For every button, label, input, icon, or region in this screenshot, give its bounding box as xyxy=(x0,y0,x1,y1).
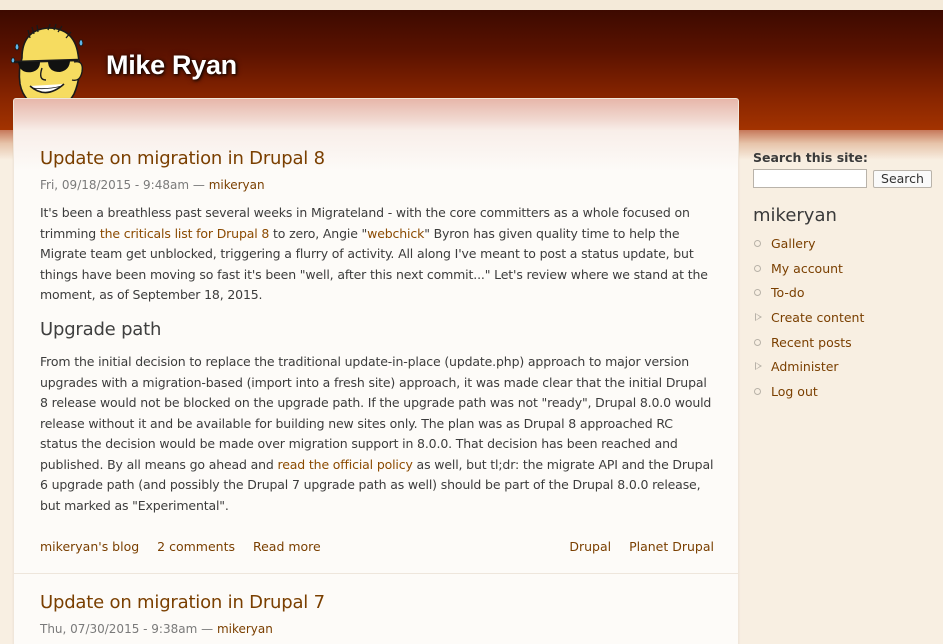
menu-item-label[interactable]: Create content xyxy=(771,310,864,325)
search-form: Search xyxy=(753,169,933,188)
user-block-title: mikeryan xyxy=(753,205,837,226)
body-text-1: From the initial decision to replace the… xyxy=(40,354,712,472)
official-policy-link[interactable]: read the official policy xyxy=(278,457,413,472)
search-label: Search this site: xyxy=(753,150,868,165)
meta-separator: — xyxy=(197,622,217,636)
menu-item-label[interactable]: My account xyxy=(771,261,843,276)
bullet-icon xyxy=(754,289,761,297)
comments-link[interactable]: 2 comments xyxy=(157,539,235,554)
menu-item-administer[interactable]: Administer xyxy=(753,360,933,385)
menu-item-label[interactable]: Administer xyxy=(771,359,839,374)
blog-link[interactable]: mikeryan's blog xyxy=(40,539,139,554)
post-intro: It's been a breathless past several week… xyxy=(40,203,714,306)
post-2: Update on migration in Drupal 7 Thu, 07/… xyxy=(40,592,714,636)
post-1: Update on migration in Drupal 8 Fri, 09/… xyxy=(40,148,714,192)
sidebar: Search this site: Search mikeryan Galler… xyxy=(753,150,933,410)
menu-item-recent-posts[interactable]: Recent posts xyxy=(753,335,933,361)
menu-item-label[interactable]: To-do xyxy=(771,285,804,300)
post-meta: Thu, 07/30/2015 - 9:38am — mikeryan xyxy=(40,622,714,636)
post-author-link[interactable]: mikeryan xyxy=(217,622,273,636)
top-strip xyxy=(0,0,943,10)
menu-item-gallery[interactable]: Gallery xyxy=(753,237,933,262)
menu-item-todo[interactable]: To-do xyxy=(753,286,933,311)
post-meta: Fri, 09/18/2015 - 9:48am — mikeryan xyxy=(40,178,714,192)
collapsed-arrow-icon xyxy=(755,313,762,322)
criticals-list-link[interactable]: the criticals list for Drupal 8 xyxy=(100,226,270,241)
bullet-icon xyxy=(754,388,761,396)
meta-separator: — xyxy=(189,178,209,192)
post-title[interactable]: Update on migration in Drupal 8 xyxy=(40,148,325,169)
tag-drupal-link[interactable]: Drupal xyxy=(569,539,611,554)
bullet-icon xyxy=(754,264,761,272)
site-name[interactable]: Mike Ryan xyxy=(106,50,237,81)
bullet-icon xyxy=(754,240,761,247)
post-author-link[interactable]: mikeryan xyxy=(209,178,265,192)
menu-item-log-out[interactable]: Log out xyxy=(753,385,933,410)
menu-item-label[interactable]: Recent posts xyxy=(771,335,852,350)
menu-item-my-account[interactable]: My account xyxy=(753,261,933,287)
post-body: From the initial decision to replace the… xyxy=(40,352,714,516)
post-date: Thu, 07/30/2015 - 9:38am xyxy=(40,622,198,636)
post-title[interactable]: Update on migration in Drupal 7 xyxy=(40,592,325,613)
read-more-link[interactable]: Read more xyxy=(253,539,321,554)
section-heading: Upgrade path xyxy=(40,319,162,340)
content-top-band xyxy=(14,99,738,131)
bullet-icon xyxy=(754,338,761,346)
intro-text-2: to zero, Angie " xyxy=(269,225,368,241)
user-menu: Gallery My account To-do Create content … xyxy=(753,237,933,410)
menu-item-label[interactable]: Log out xyxy=(771,384,818,399)
post-date: Fri, 09/18/2015 - 9:48am xyxy=(40,178,190,192)
post-links: mikeryan's blog 2 comments Read more Dru… xyxy=(40,539,714,554)
webchick-link[interactable]: webchick xyxy=(367,226,424,241)
collapsed-arrow-icon xyxy=(755,362,762,371)
menu-item-create-content[interactable]: Create content xyxy=(753,311,933,336)
menu-item-label[interactable]: Gallery xyxy=(771,236,816,251)
search-button[interactable]: Search xyxy=(873,169,932,188)
search-input[interactable] xyxy=(753,169,867,188)
tag-planet-drupal-link[interactable]: Planet Drupal xyxy=(629,539,714,554)
main-content: Update on migration in Drupal 8 Fri, 09/… xyxy=(13,98,739,644)
post-separator xyxy=(14,573,738,574)
